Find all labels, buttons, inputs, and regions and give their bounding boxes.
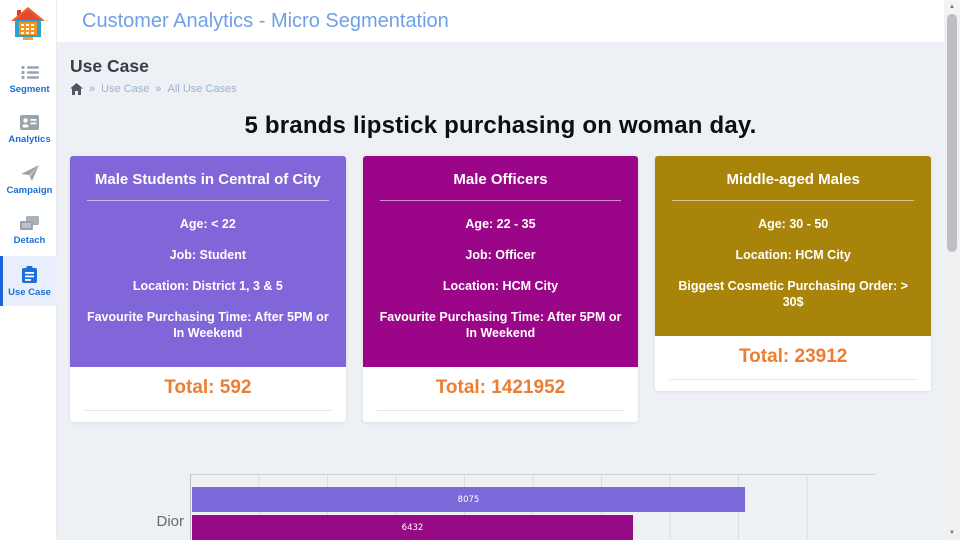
card-attribute: Age: < 22 bbox=[179, 217, 236, 231]
breadcrumb-separator: » bbox=[155, 83, 162, 95]
card-total: Total: 23912 bbox=[738, 346, 848, 367]
scroll-up-button[interactable]: ▲ bbox=[944, 0, 960, 14]
card-footer: Total: 23912 bbox=[655, 336, 931, 391]
card-attribute: Favourite Purchasing Time: After 5PM or … bbox=[86, 310, 329, 340]
card-attribute: Age: 22 - 35 bbox=[465, 217, 536, 231]
main-area: Customer Analytics - Micro Segmentation … bbox=[57, 0, 944, 540]
use-case-title: 5 brands lipstick purchasing on woman da… bbox=[244, 112, 757, 139]
sidebar-item-label: Detach bbox=[13, 235, 46, 246]
divider bbox=[84, 410, 332, 416]
card-body: Male Students in Central of City Age: < … bbox=[70, 156, 346, 367]
card-attribute: Biggest Cosmetic Purchasing Order: > 30$ bbox=[678, 279, 908, 309]
sidebar: Segment Analytics Campaign Detach Use Ca… bbox=[0, 0, 57, 540]
card-body: Middle-aged Males Age: 30 - 50 Location:… bbox=[655, 156, 931, 336]
sidebar-item-label: Segment bbox=[9, 84, 50, 95]
breadcrumb: » Use Case » All Use Cases bbox=[70, 83, 931, 95]
sidebar-item-detach[interactable]: Detach bbox=[0, 206, 57, 254]
app-logo[interactable] bbox=[9, 0, 47, 55]
sidebar-item-use-case[interactable]: Use Case bbox=[0, 256, 57, 306]
segment-cards-row: Male Students in Central of City Age: < … bbox=[70, 156, 931, 422]
card-title: Male Officers bbox=[379, 170, 622, 201]
scrollbar-thumb[interactable] bbox=[947, 14, 957, 252]
card-title: Middle-aged Males bbox=[672, 170, 914, 201]
vertical-scrollbar[interactable]: ▲ ▼ bbox=[944, 0, 960, 540]
chart-category-label: Dior bbox=[156, 513, 184, 530]
sidebar-item-label: Use Case bbox=[8, 287, 51, 298]
segment-card-male-students: Male Students in Central of City Age: < … bbox=[70, 156, 346, 422]
breadcrumb-all-use-cases[interactable]: All Use Cases bbox=[168, 83, 237, 95]
app-title: Customer Analytics - Micro Segmentation bbox=[82, 9, 449, 32]
paper-plane-icon bbox=[20, 165, 39, 181]
page-heading: Use Case bbox=[70, 56, 149, 76]
id-card-icon bbox=[20, 115, 39, 130]
breadcrumb-use-case[interactable]: Use Case bbox=[101, 83, 149, 95]
chart-bar-series-1: 8075 bbox=[192, 487, 745, 512]
card-attribute: Favourite Purchasing Time: After 5PM or … bbox=[379, 310, 622, 340]
sidebar-item-label: Campaign bbox=[6, 185, 53, 196]
detach-icon bbox=[20, 216, 39, 230]
sidebar-item-analytics[interactable]: Analytics bbox=[0, 105, 57, 153]
divider bbox=[669, 379, 917, 385]
sidebar-item-segment[interactable]: Segment bbox=[0, 55, 57, 103]
card-attribute: Location: HCM City bbox=[442, 279, 559, 293]
bar-value-label: 8075 bbox=[457, 494, 480, 505]
clipboard-icon bbox=[22, 266, 37, 283]
divider bbox=[376, 410, 625, 416]
card-attribute: Location: HCM City bbox=[735, 248, 851, 262]
bar-value-label: 6432 bbox=[401, 523, 424, 533]
card-attribute: Location: District 1, 3 & 5 bbox=[132, 279, 283, 293]
home-icon[interactable] bbox=[70, 83, 83, 95]
list-icon bbox=[20, 65, 39, 80]
card-total: Total: 1421952 bbox=[435, 377, 566, 398]
brand-bar-chart: Dior 8075 6432 bbox=[156, 474, 875, 540]
content-area: Use Case » Use Case » All Use Cases 5 br… bbox=[57, 42, 944, 540]
card-footer: Total: 592 bbox=[70, 367, 346, 422]
breadcrumb-separator: » bbox=[89, 83, 96, 95]
card-attribute: Job: Student bbox=[169, 248, 247, 262]
segment-card-male-officers: Male Officers Age: 22 - 35 Job: Officer … bbox=[362, 156, 639, 422]
card-footer: Total: 1421952 bbox=[362, 367, 639, 422]
card-attribute: Age: 30 - 50 bbox=[758, 217, 829, 231]
sidebar-item-campaign[interactable]: Campaign bbox=[0, 155, 57, 204]
card-attribute: Job: Officer bbox=[465, 248, 536, 262]
card-title: Male Students in Central of City bbox=[87, 170, 329, 201]
segment-card-middle-aged-males: Middle-aged Males Age: 30 - 50 Location:… bbox=[655, 156, 931, 391]
app-window: Segment Analytics Campaign Detach Use Ca… bbox=[0, 0, 960, 540]
card-body: Male Officers Age: 22 - 35 Job: Officer … bbox=[362, 156, 639, 367]
scroll-down-button[interactable]: ▼ bbox=[944, 526, 960, 540]
house-logo-icon bbox=[11, 7, 45, 40]
chart-bar-series-2: 6432 bbox=[192, 515, 633, 540]
chart-plot-area: 8075 6432 bbox=[190, 474, 875, 540]
top-header: Customer Analytics - Micro Segmentation bbox=[57, 0, 944, 42]
sidebar-item-label: Analytics bbox=[8, 134, 51, 145]
card-total: Total: 592 bbox=[164, 377, 252, 398]
